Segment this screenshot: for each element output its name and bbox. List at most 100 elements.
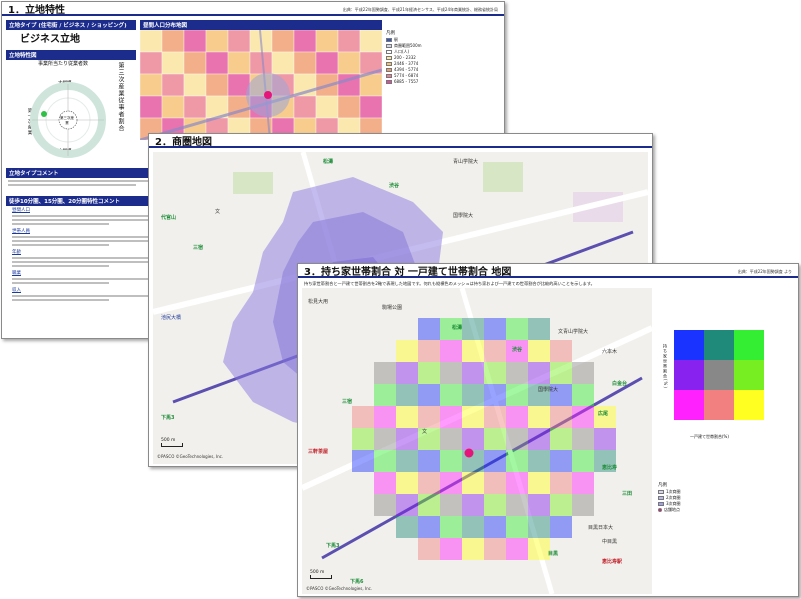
ownership-mesh-cell (572, 384, 594, 406)
legend-swatch (386, 50, 392, 54)
ownership-mesh-cell (484, 318, 506, 340)
ownership-mesh-cell (506, 362, 528, 384)
ownership-mesh-cell (528, 472, 550, 494)
map3-label-sanshuku: 三宿 (342, 399, 353, 405)
ownership-mesh-cell (506, 516, 528, 538)
map3-label-shoto: 松濤 (452, 325, 463, 331)
matrix-cell (734, 360, 764, 390)
legend-swatch (386, 80, 392, 84)
sheet3-legend-title: 凡例 (658, 483, 667, 488)
population-mesh-cell (293, 30, 317, 53)
ownership-mesh-cell (418, 384, 440, 406)
sub-daytime: 昼間人口 (12, 208, 30, 213)
radar-marker (41, 111, 47, 117)
pop-legend-title: 凡例 (386, 31, 395, 36)
population-mesh-cell (227, 30, 251, 53)
ownership-mesh-cell (374, 494, 396, 516)
map3-label-aoyama: 文青山学院大 (558, 329, 589, 335)
ownership-mesh-cell (396, 450, 418, 472)
map2-label-ikejiri: 池尻大橋 (161, 315, 182, 321)
sheet1-source: 出典：平成22年国勢調査、平成21年経済センサス、平成24年商業統計、総務省統計… (342, 7, 498, 12)
ownership-mesh-cell (440, 428, 462, 450)
ownership-mesh-cell (440, 494, 462, 516)
ownership-mesh-cell (440, 362, 462, 384)
ownership-mesh-cell (528, 450, 550, 472)
pop-legend-item: 6885 - 7557 (386, 79, 456, 85)
map3-label-ebisu: 恵比寿 (602, 465, 618, 471)
ownership-mesh-cell (484, 406, 506, 428)
ownership-mesh-cell (396, 472, 418, 494)
ownership-mesh-cell (374, 384, 396, 406)
ownership-mesh-cell (484, 516, 506, 538)
ownership-mesh-cell (440, 538, 462, 560)
ownership-mesh-cell (418, 406, 440, 428)
ownership-mesh-cell (352, 450, 374, 472)
map2-label-bunka: 文 (215, 209, 221, 215)
ownership-svg (302, 288, 652, 594)
map3-label-kanzan: 文 (422, 429, 428, 435)
ownership-mesh-cell (462, 538, 484, 560)
legend-swatch (658, 490, 664, 494)
ownership-mesh-cell (484, 428, 506, 450)
ownership-mesh-cell (462, 384, 484, 406)
matrix-cell (674, 390, 704, 420)
ownership-mesh-cell (550, 516, 572, 538)
population-mesh-cell (161, 51, 185, 75)
map2-label-kokugakuin: 国學院大 (453, 213, 474, 219)
ownership-mesh-cell (462, 362, 484, 384)
legend-swatch (658, 508, 662, 512)
ownership-mesh-cell (484, 538, 506, 560)
population-mesh-cell (359, 30, 382, 53)
population-mesh-cell (271, 51, 295, 75)
ownership-mesh-cell (572, 494, 594, 516)
ownership-mesh-cell (440, 516, 462, 538)
ownership-mesh-cell (352, 428, 374, 450)
map3-store-point (464, 448, 474, 458)
population-mesh-cell (161, 30, 185, 53)
population-mesh-cell (337, 51, 361, 75)
ownership-mesh-cell (484, 384, 506, 406)
sheet3-legend: 凡例 1次商圏 2次商圏 3次商圏 店舗地点 (658, 482, 738, 513)
matrix-xlabel: 一戸建て世帯割合(%) (690, 434, 729, 439)
map3-label-ebisueki: 恵比寿駅 (602, 559, 623, 565)
population-mesh-cell (183, 73, 207, 97)
map2-copyright: ©PASCO ©GeoTechnologies, Inc. (157, 454, 224, 459)
map3-label-komaba: 駒場公園 (382, 305, 403, 311)
ownership-mesh-cell (572, 428, 594, 450)
ownership-mesh-cell (418, 450, 440, 472)
map2-label-daikanyama: 代官山 (161, 215, 177, 221)
legend-swatch (386, 62, 392, 66)
ownership-mesh-cell (528, 362, 550, 384)
ownership-mesh-cell (550, 450, 572, 472)
population-mesh-cell (315, 30, 339, 53)
ownership-mesh-cell (484, 340, 506, 362)
population-mesh-cell (359, 95, 382, 119)
ownership-mesh-cell (418, 318, 440, 340)
pop-map-bar: 昼間人口分布地図 (140, 20, 382, 30)
ownership-mesh-cell (396, 384, 418, 406)
radar-top-label: 事業所当たり従業者数 (38, 61, 89, 67)
population-mesh-cell (293, 51, 317, 75)
ownership-mesh-cell (506, 384, 528, 406)
map2-label-shoto: 松濤 (323, 159, 334, 165)
sub-age: 年齢 (12, 250, 21, 255)
map2-label-sanshuku: 三宿 (193, 245, 204, 251)
map3-copyright: ©PASCO ©GeoTechnologies, Inc. (306, 586, 373, 591)
legend-swatch (386, 44, 392, 48)
ownership-mesh-cell (462, 340, 484, 362)
location-type-value: ビジネス立地 (20, 34, 80, 45)
ownership-mesh-cell (462, 406, 484, 428)
sheet3-source: 出典：平成22年国勢調査 より (737, 269, 792, 274)
population-mesh-cell (205, 51, 229, 75)
ownership-mesh-cell (484, 450, 506, 472)
matrix-ylabel: 持ち家世帯割合(%) (663, 344, 668, 389)
population-mesh-cell (140, 51, 163, 75)
population-mesh-cell (183, 95, 207, 119)
sub-household: 世帯人員 (12, 229, 30, 234)
population-mesh-cell (227, 51, 251, 75)
map3-scale-label: 500 m (310, 570, 325, 575)
population-mesh-cell (205, 30, 229, 53)
ownership-mesh-cell (550, 406, 572, 428)
map3-label-shimouma: 下馬3 (326, 543, 340, 549)
matrix-cell (674, 360, 704, 390)
